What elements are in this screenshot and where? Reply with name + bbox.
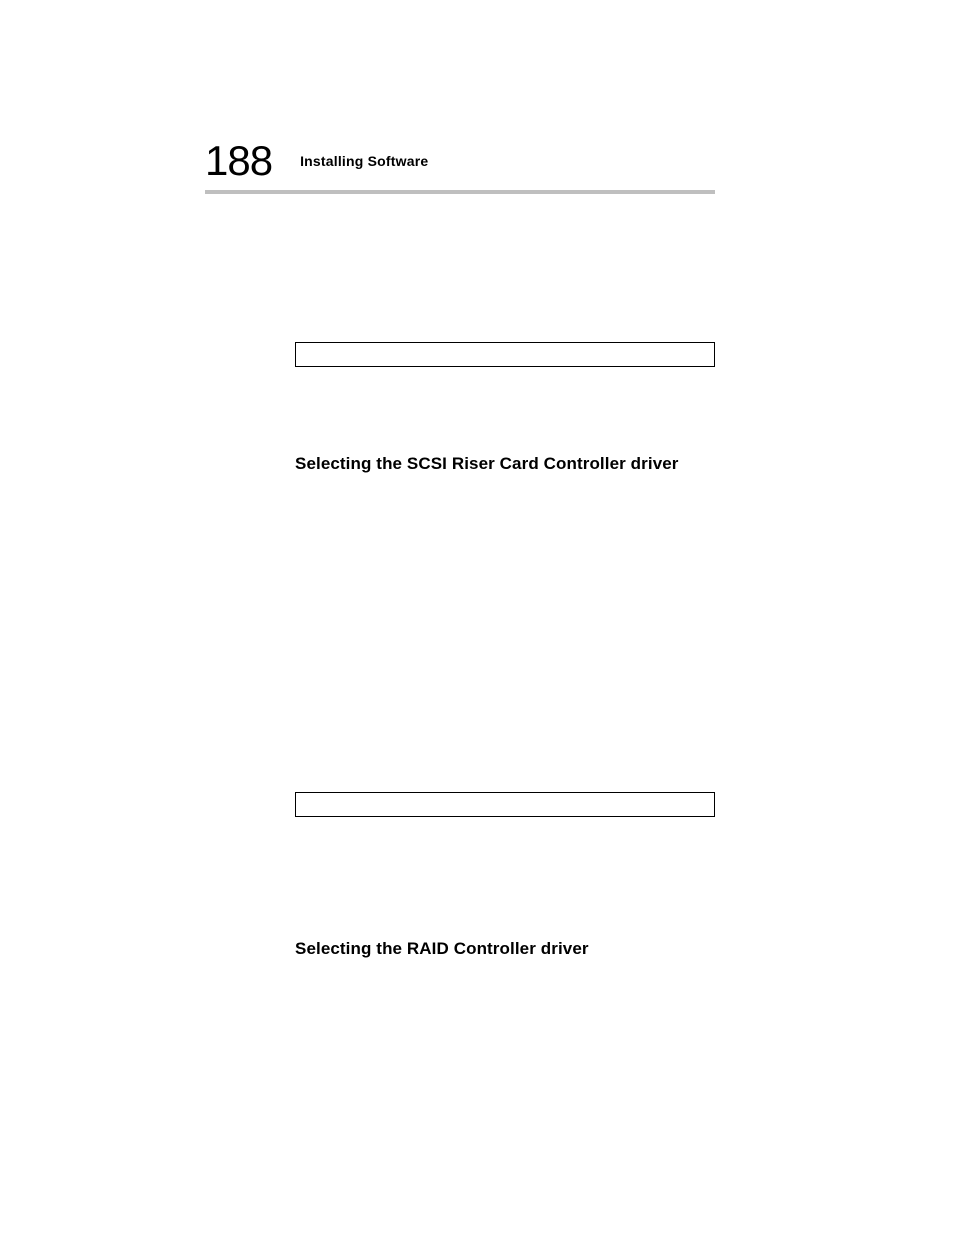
spacer — [295, 367, 715, 454]
content-column: Selecting the SCSI Riser Card Controller… — [295, 194, 715, 959]
spacer — [295, 194, 715, 342]
spacer — [295, 474, 715, 792]
section-heading-raid: Selecting the RAID Controller driver — [295, 939, 715, 959]
empty-box — [295, 792, 715, 817]
page-container: 188 Installing Software Selecting the SC… — [205, 140, 715, 959]
chapter-title: Installing Software — [300, 153, 428, 169]
page-header: 188 Installing Software — [205, 140, 715, 182]
page-number: 188 — [205, 140, 272, 182]
section-heading-scsi: Selecting the SCSI Riser Card Controller… — [295, 454, 715, 474]
spacer — [295, 817, 715, 939]
empty-box — [295, 342, 715, 367]
